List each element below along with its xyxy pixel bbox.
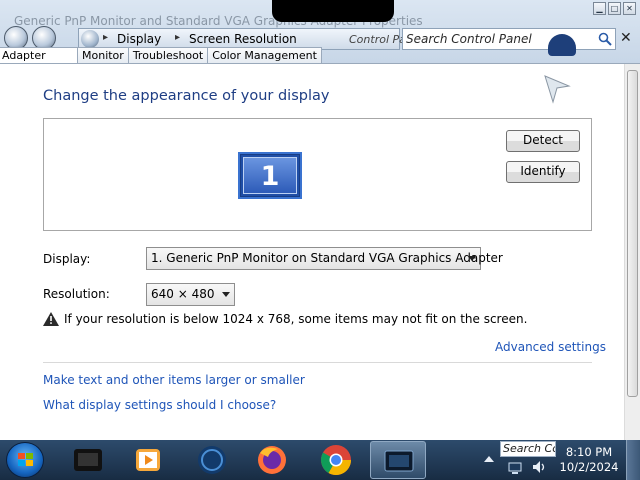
window-controls: ▁ □ ✕	[593, 2, 636, 15]
monitor-screen: 1	[243, 157, 297, 194]
tab-adapter-label: Adapter	[2, 49, 46, 62]
display-help-link[interactable]: What display settings should I choose?	[43, 398, 276, 412]
dialog-close-icon[interactable]: ✕	[620, 30, 632, 46]
tab-adapter[interactable]: Adapter	[0, 47, 78, 64]
tab-color-management[interactable]: Color Management	[207, 47, 322, 64]
page-title: Change the appearance of your display	[43, 88, 330, 104]
network-icon[interactable]	[508, 462, 522, 474]
divider	[43, 362, 592, 363]
tab-troubleshoot[interactable]: Troubleshoot	[127, 47, 209, 64]
breadcrumb-display[interactable]: Display	[117, 32, 161, 46]
show-hidden-icons-icon[interactable]	[484, 456, 494, 462]
taskbar-display-properties[interactable]	[370, 441, 426, 479]
tab-strip: Adapter Monitor Troubleshoot Color Manag…	[0, 47, 322, 64]
firefox-icon	[258, 446, 286, 474]
control-panel-icon	[81, 30, 99, 48]
clock-date: 10/2/2024	[559, 460, 619, 474]
breadcrumb-separator-icon: ▸	[175, 32, 181, 43]
windows-logo-icon	[18, 453, 33, 466]
show-desktop-button[interactable]	[626, 440, 640, 480]
taskbar-media-center[interactable]	[60, 441, 116, 479]
display-select[interactable]: 1. Generic PnP Monitor on Standard VGA G…	[146, 247, 503, 270]
search-placeholder: Search Control Panel	[406, 32, 532, 46]
minimize-button[interactable]: ▁	[593, 2, 606, 15]
clock-time: 8:10 PM	[565, 445, 613, 459]
main-content: Change the appearance of your display 1 …	[0, 64, 640, 440]
hidden-button-icon	[548, 34, 576, 56]
scrollbar-thumb[interactable]	[627, 70, 638, 397]
text-size-link[interactable]: Make text and other items larger or smal…	[43, 373, 305, 387]
breadcrumb-screen-resolution[interactable]: Screen Resolution	[189, 32, 297, 46]
resolution-warning-text: If your resolution is below 1024 x 768, …	[64, 312, 528, 326]
search-input[interactable]: Search Control Panel	[402, 28, 616, 50]
resolution-select[interactable]: 640 × 480	[146, 283, 235, 306]
media-center-icon	[74, 449, 102, 471]
chrome-icon	[320, 445, 351, 476]
taskbar-media-player[interactable]	[120, 441, 176, 479]
system-clock[interactable]: 8:10 PM 10/2/2024	[558, 445, 620, 475]
taskbar: Search Co 8:10 PM 10/2/2024	[0, 440, 640, 480]
warning-icon	[43, 312, 59, 326]
taskbar-search-input[interactable]: Search Co	[500, 441, 556, 457]
globe-icon	[198, 446, 226, 474]
display-select-value: 1. Generic PnP Monitor on Standard VGA G…	[151, 251, 503, 265]
monitor-number: 1	[260, 161, 280, 192]
maximize-button[interactable]: □	[608, 2, 621, 15]
tab-monitor[interactable]: Monitor	[77, 47, 129, 64]
media-player-icon	[136, 449, 160, 471]
detect-button[interactable]: Detect	[506, 130, 580, 152]
chevron-down-icon	[222, 292, 230, 297]
resolution-label: Resolution:	[43, 287, 110, 301]
taskbar-globe[interactable]	[184, 441, 240, 479]
display-label: Display:	[43, 252, 91, 266]
mouse-cursor-icon	[544, 75, 571, 104]
taskbar-firefox[interactable]	[244, 441, 300, 479]
close-button[interactable]: ✕	[623, 2, 636, 15]
display-properties-icon	[384, 450, 414, 472]
advanced-settings-link[interactable]: Advanced settings	[495, 340, 606, 354]
resolution-select-value: 640 × 480	[151, 287, 215, 301]
breadcrumb-separator-icon: ▸	[103, 32, 109, 43]
display-preview-area: 1 Detect Identify	[43, 118, 592, 231]
identify-button[interactable]: Identify	[506, 161, 580, 183]
monitor-1-icon[interactable]: 1	[238, 152, 302, 199]
title-overlay	[272, 0, 394, 22]
start-button[interactable]	[6, 442, 44, 478]
chevron-down-icon	[468, 256, 476, 261]
screen: Generic PnP Monitor and Standard VGA Gra…	[0, 0, 640, 480]
search-icon[interactable]	[598, 32, 612, 46]
taskbar-chrome[interactable]	[308, 441, 364, 479]
vertical-scrollbar[interactable]	[624, 64, 640, 440]
volume-icon[interactable]	[532, 460, 546, 474]
navigation-bar: ▸ Display ▸ Screen Resolution Control Pa…	[0, 26, 640, 50]
